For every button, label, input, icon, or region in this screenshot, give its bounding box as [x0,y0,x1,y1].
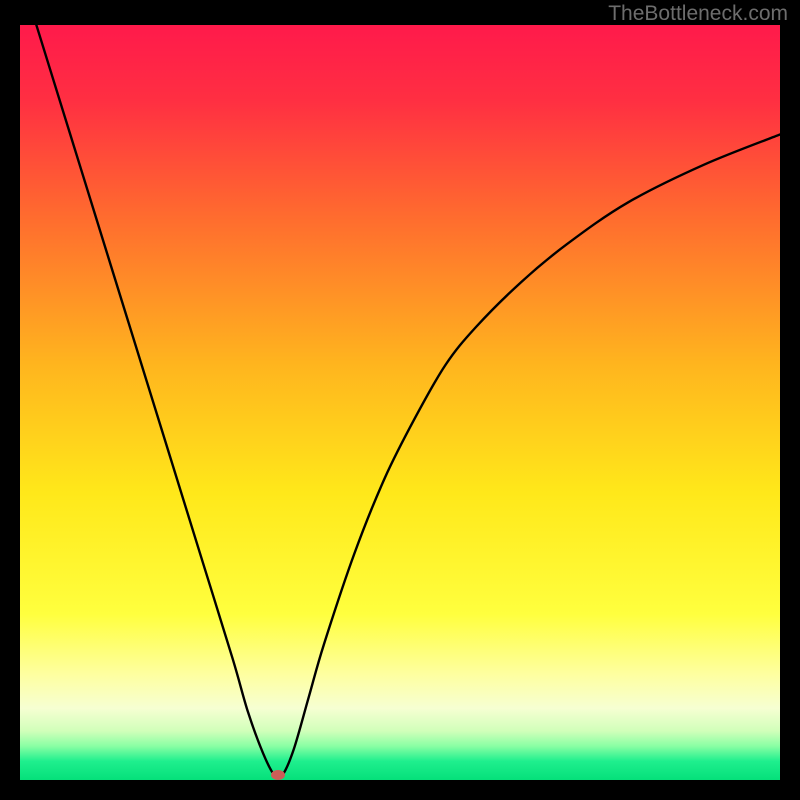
bottleneck-curve [20,25,780,780]
watermark-label: TheBottleneck.com [608,2,788,26]
chart-frame: TheBottleneck.com [0,0,800,800]
plot-area [20,25,780,780]
